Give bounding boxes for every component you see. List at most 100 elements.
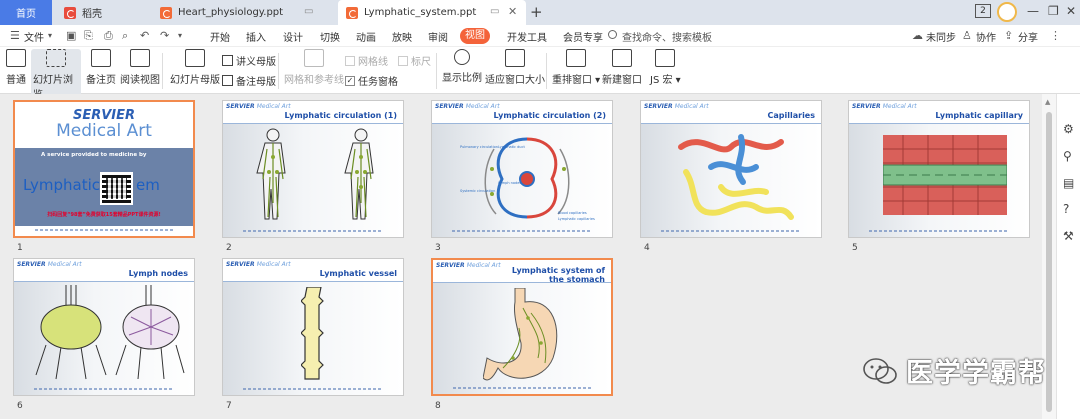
zoom-button[interactable]: 显示比例	[442, 49, 482, 84]
ribbon-divider	[546, 53, 547, 89]
help-icon[interactable]: ?	[1063, 202, 1069, 216]
daoke-icon	[64, 6, 76, 19]
menu-file[interactable]: 文件	[24, 29, 44, 44]
minimize-icon[interactable]: —	[1027, 4, 1039, 18]
share-button[interactable]: 分享	[1018, 29, 1038, 44]
menu-developer[interactable]: 开发工具	[507, 29, 547, 44]
ruler-checkbox[interactable]: 标尺	[398, 53, 431, 68]
label-systemic: Systemic circulation	[460, 189, 496, 193]
slide-number: 2	[226, 243, 232, 253]
pin-icon[interactable]: ⚲	[1063, 149, 1072, 163]
js-macro-icon	[655, 49, 676, 67]
fit-window-button[interactable]: 适应窗口大小	[485, 49, 545, 86]
slide-thumbnail-2[interactable]: SERVIER Medical Art Lymphatic circulatio…	[222, 100, 404, 238]
new-window-button[interactable]: 新建窗口	[602, 49, 642, 86]
more-icon[interactable]: ▾	[178, 31, 182, 40]
collab-icon[interactable]: ♙	[962, 29, 972, 42]
tab-home[interactable]: 首页	[0, 0, 52, 25]
tools-icon[interactable]: ⚒	[1063, 229, 1074, 243]
slide-thumbnail-3[interactable]: SERVIER Medical Art Lymphatic circulatio…	[431, 100, 613, 238]
ribbon-divider	[278, 53, 279, 89]
grid-guides-label: 网格和参考线	[284, 75, 344, 86]
watermark: 医学学霸帮	[862, 351, 1046, 390]
new-tab-button[interactable]: +	[530, 3, 543, 21]
slide-brand: SERVIER Medical Art	[17, 261, 82, 268]
menu-review[interactable]: 审阅	[428, 29, 448, 44]
monitor-icon: ▭	[490, 6, 500, 17]
label-blood-capillaries: Blood capillaries	[558, 211, 587, 215]
menu-transition[interactable]: 切换	[320, 29, 340, 44]
menu-animation[interactable]: 动画	[356, 29, 376, 44]
reading-view-button[interactable]: 阅读视图	[120, 49, 160, 86]
menu-slideshow[interactable]: 放映	[392, 29, 412, 44]
menu-view[interactable]: 视图	[460, 28, 490, 44]
search-icon[interactable]	[608, 30, 617, 39]
menu-insert[interactable]: 插入	[246, 29, 266, 44]
reading-view-icon	[130, 49, 150, 67]
gridlines-checkbox[interactable]: 网格线	[345, 53, 388, 68]
print-icon[interactable]: ⎙	[104, 29, 113, 43]
hamburger-icon[interactable]: ☰	[10, 29, 20, 42]
tab-daoke[interactable]: 稻壳	[56, 0, 148, 25]
chat-icon[interactable]: ▤	[1063, 176, 1074, 190]
task-pane-checkbox[interactable]: ✓ 任务窗格	[345, 73, 398, 88]
more-options-icon[interactable]: ⋮	[1050, 29, 1061, 42]
scroll-up-icon[interactable]: ▲	[1045, 98, 1050, 106]
qr-code	[100, 172, 133, 205]
scroll-thumb[interactable]	[1046, 112, 1052, 412]
slide-master-button[interactable]: 幻灯片母版	[170, 49, 220, 86]
handout-icon	[222, 55, 233, 66]
right-sidebar: ⚙ ⚲ ▤ ? ⚒	[1056, 94, 1080, 419]
settings-sliders-icon[interactable]: ⚙	[1063, 122, 1074, 136]
unsync-button[interactable]: 未同步	[926, 29, 956, 44]
checkbox-icon	[345, 55, 355, 66]
slide-number: 4	[644, 243, 650, 253]
tab-lymphatic-system[interactable]: Lymphatic_system.ppt ▭ ✕	[338, 0, 526, 25]
notes-master-button[interactable]: 备注母版	[222, 73, 276, 88]
close-window-icon[interactable]: ✕	[1066, 4, 1076, 18]
slide-thumbnail-4[interactable]: SERVIER Medical Art Capillaries	[640, 100, 822, 238]
collab-button[interactable]: 协作	[976, 29, 996, 44]
promo-text: 扫码回复“98套”免费获取15套精品PPT课件资源!	[47, 212, 161, 218]
task-pane-label: 任务窗格	[358, 77, 398, 88]
close-tab-icon[interactable]: ✕	[508, 5, 517, 18]
normal-view-icon	[6, 49, 26, 67]
rearrange-windows-button[interactable]: 重排窗口 ▾	[552, 49, 600, 86]
slide-thumbnail-7[interactable]: SERVIER Medical Art Lymphatic vessel	[222, 258, 404, 396]
slide-thumbnail-5[interactable]: SERVIER Medical Art Lymphatic capillary	[848, 100, 1030, 238]
menu-start[interactable]: 开始	[210, 29, 230, 44]
share-icon[interactable]: ⇪	[1004, 29, 1013, 42]
account-badge[interactable]: 2	[975, 4, 991, 18]
cloud-icon[interactable]: ☁	[912, 29, 923, 42]
label-pulmonary: Pulmonary circulation	[460, 145, 498, 149]
preview-icon[interactable]: ⌕	[122, 29, 128, 43]
menu-member[interactable]: 会员专享	[563, 29, 603, 44]
tab-bar: 首页 稻壳 Heart_physiology.ppt ▭ Lymphatic_s…	[0, 0, 1080, 25]
slide-number: 1	[17, 243, 23, 253]
undo-icon[interactable]: ↶	[140, 29, 149, 42]
tab-heart-physiology[interactable]: Heart_physiology.ppt ▭	[152, 0, 334, 25]
notes-page-button[interactable]: 备注页	[86, 49, 116, 86]
search-input[interactable]: 查找命令、搜索模板	[622, 29, 712, 44]
js-macro-button[interactable]: JS 宏 ▾	[650, 49, 681, 86]
menu-design[interactable]: 设计	[283, 29, 303, 44]
handout-master-label: 讲义母版	[236, 57, 276, 68]
save-icon[interactable]: ▣	[66, 29, 76, 42]
notes-master-label: 备注母版	[236, 77, 276, 88]
fit-window-icon	[505, 49, 525, 67]
avatar[interactable]	[997, 2, 1017, 22]
handout-master-button[interactable]: 讲义母版	[222, 53, 276, 68]
grid-guides-button[interactable]: 网格和参考线	[284, 49, 344, 86]
slide-thumbnail-6[interactable]: SERVIER Medical Art Lymph nodes	[13, 258, 195, 396]
normal-view-button[interactable]: 普通	[6, 49, 26, 86]
slide-master-icon	[185, 49, 205, 67]
slide-thumbnail-8[interactable]: SERVIER Medical Art Lymphatic system of …	[431, 258, 613, 396]
slide-title: Lymphatic vessel	[319, 269, 397, 278]
restore-icon[interactable]: ❐	[1048, 4, 1059, 18]
redo-icon[interactable]: ↷	[160, 29, 169, 42]
slide-thumbnail-1[interactable]: SERVIER Medical Art A service provided t…	[13, 100, 195, 238]
new-window-label: 新建窗口	[602, 75, 642, 86]
chevron-down-icon[interactable]: ▾	[48, 31, 52, 40]
export-icon[interactable]: ⎘	[84, 29, 93, 43]
label-lymphatic-capillaries: Lymphatic capillaries	[558, 217, 595, 221]
